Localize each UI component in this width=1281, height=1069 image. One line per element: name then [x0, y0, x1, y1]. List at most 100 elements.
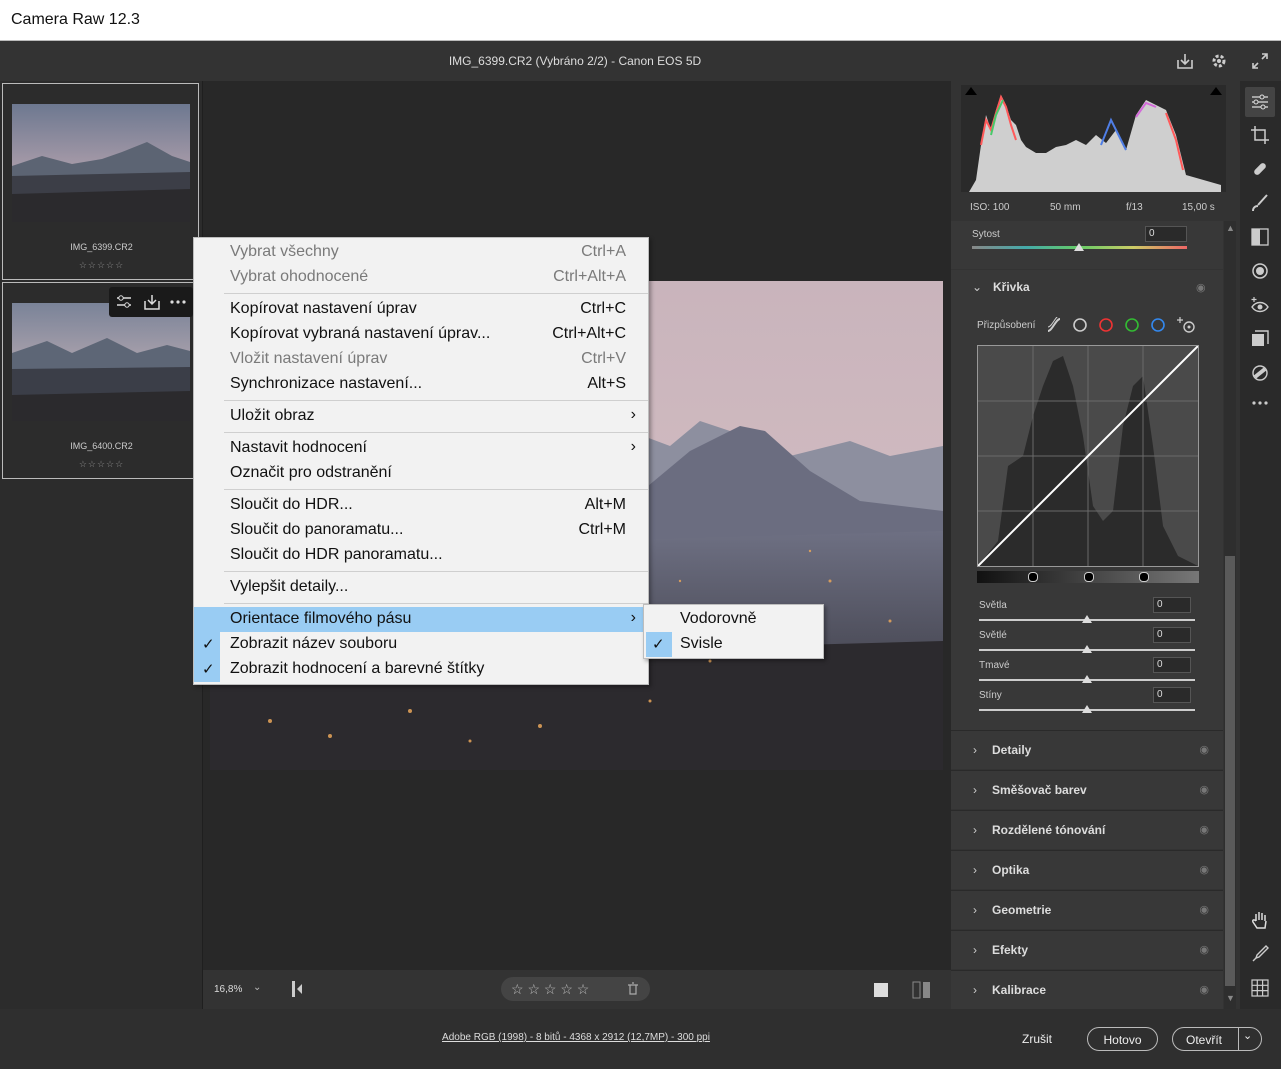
section-detaily[interactable]: › Detaily ◉	[951, 730, 1223, 769]
exif-focal-length: 50 mm	[1050, 202, 1081, 213]
menu-item-label: Kopírovat nastavení úprav	[230, 300, 417, 317]
point-curve-green-icon[interactable]	[1124, 317, 1140, 333]
section-geometry[interactable]: › Geometrie ◉	[951, 890, 1223, 929]
menu-item-copy-settings[interactable]: Kopírovat nastavení úprav Ctrl+C	[194, 297, 648, 322]
rating-stars[interactable]: ☆ ☆ ☆ ☆ ☆	[511, 981, 589, 998]
scroll-down-icon[interactable]: ▼	[1226, 993, 1235, 1003]
shadow-clipping-icon[interactable]	[965, 87, 977, 95]
curve-slider-value[interactable]: 0	[1153, 687, 1191, 703]
menu-separator	[224, 432, 648, 433]
open-dropdown-icon[interactable]: ⌄	[1243, 1029, 1252, 1042]
save-icon[interactable]	[143, 293, 161, 311]
menu-item-label: Zobrazit hodnocení a barevné štítky	[230, 660, 485, 677]
menu-item-merge-hdr[interactable]: Sloučit do HDR... Alt+M	[194, 493, 648, 518]
menu-item-label: Zobrazit název souboru	[230, 635, 398, 652]
curve-title[interactable]: Křivka	[993, 280, 1030, 294]
collapse-chevron-icon[interactable]: ⌄	[972, 280, 982, 294]
grid-icon[interactable]	[1250, 978, 1270, 998]
saturation-slider-thumb[interactable]	[1074, 243, 1084, 251]
targeted-adjustment-icon[interactable]	[1177, 315, 1197, 335]
highlight-clipping-icon[interactable]	[1210, 87, 1222, 95]
saturation-value[interactable]: 0	[1145, 226, 1187, 242]
curve-slider-thumb[interactable]	[1082, 615, 1092, 623]
visibility-eye-icon[interactable]: ◉	[1199, 863, 1209, 876]
edit-sliders-icon[interactable]	[1250, 92, 1270, 112]
menu-item-show-ratings[interactable]: ✓ Zobrazit hodnocení a barevné štítky	[194, 657, 648, 682]
before-after-single-icon[interactable]	[873, 982, 889, 998]
red-eye-icon[interactable]	[1250, 295, 1270, 315]
visibility-eye-icon[interactable]: ◉	[1199, 823, 1209, 836]
menu-item-copy-selected-settings[interactable]: Kopírovat vybraná nastavení úprav... Ctrl…	[194, 322, 648, 347]
curve-slider-thumb[interactable]	[1082, 675, 1092, 683]
more-icon[interactable]	[1250, 393, 1270, 413]
menu-item-select-all[interactable]: Vybrat všechny Ctrl+A	[194, 240, 648, 265]
curve-slider-value[interactable]: 0	[1153, 657, 1191, 673]
edit-settings-icon[interactable]	[115, 293, 133, 311]
snapshots-icon[interactable]	[1250, 329, 1270, 349]
section-color-mixer[interactable]: › Směšovač barev ◉	[951, 770, 1223, 809]
menu-item-label: Synchronizace nastavení...	[230, 375, 423, 392]
workflow-options-link[interactable]: Adobe RGB (1998) - 8 bitů - 4368 x 2912 …	[0, 1032, 1152, 1043]
radial-filter-icon[interactable]	[1250, 261, 1270, 281]
visibility-eye-icon[interactable]: ◉	[1199, 743, 1209, 756]
menu-item-sync-settings[interactable]: Synchronizace nastavení... Alt+S	[194, 372, 648, 397]
adjustment-brush-icon[interactable]	[1250, 193, 1270, 213]
menu-item-filmstrip-orientation[interactable]: Orientace filmového pásu ›	[194, 607, 648, 632]
curve-split-handle[interactable]	[1084, 572, 1094, 582]
menu-item-save-image[interactable]: Uložit obraz ›	[194, 404, 648, 429]
hand-tool-icon[interactable]	[1250, 910, 1270, 930]
point-curve-red-icon[interactable]	[1098, 317, 1114, 333]
curve-slider-thumb[interactable]	[1082, 705, 1092, 713]
curve-split-handle[interactable]	[1028, 572, 1038, 582]
thumbnail-rating[interactable]: ☆☆☆☆☆	[3, 260, 200, 271]
scroll-up-icon[interactable]: ▲	[1226, 223, 1235, 233]
filmstrip-toggle-icon[interactable]	[289, 979, 307, 999]
menu-item-mark-for-deletion[interactable]: Označit pro odstranění	[194, 461, 648, 486]
zoom-level[interactable]: 16,8%	[214, 984, 242, 995]
done-button[interactable]: Hotovo	[1087, 1027, 1158, 1051]
section-effects[interactable]: › Efekty ◉	[951, 930, 1223, 969]
parametric-curve-icon[interactable]	[1046, 317, 1062, 333]
visibility-eye-icon[interactable]: ◉	[1199, 903, 1209, 916]
white-balance-eyedropper-icon[interactable]	[1250, 944, 1270, 964]
visibility-eye-icon[interactable]: ◉	[1199, 983, 1209, 996]
curve-split-handle[interactable]	[1139, 572, 1149, 582]
submenu-item-horizontal[interactable]: Vodorovně	[644, 607, 823, 632]
menu-item-show-filename[interactable]: ✓ Zobrazit název souboru	[194, 632, 648, 657]
filmstrip-item[interactable]: IMG_6399.CR2 ☆☆☆☆☆	[2, 83, 199, 280]
menu-item-select-rated[interactable]: Vybrat ohodnocené Ctrl+Alt+A	[194, 265, 648, 290]
visibility-eye-icon[interactable]: ◉	[1196, 281, 1206, 294]
fullscreen-icon[interactable]	[1250, 51, 1270, 71]
tone-curve-graph[interactable]	[977, 345, 1199, 567]
graduated-filter-icon[interactable]	[1250, 227, 1270, 247]
visibility-eye-icon[interactable]: ◉	[1199, 783, 1209, 796]
section-split-toning[interactable]: › Rozdělené tónování ◉	[951, 810, 1223, 849]
before-after-split-icon[interactable]	[912, 981, 932, 999]
panel-scrollbar[interactable]: ▲ ▼	[1224, 221, 1236, 1009]
menu-item-merge-panorama[interactable]: Sloučit do panoramatu... Ctrl+M	[194, 518, 648, 543]
section-calibration[interactable]: › Kalibrace ◉	[951, 970, 1223, 1009]
point-curve-blue-icon[interactable]	[1150, 317, 1166, 333]
cancel-button[interactable]: Zrušit	[1022, 1032, 1052, 1046]
save-icon[interactable]	[1175, 51, 1195, 71]
curve-slider-value[interactable]: 0	[1153, 597, 1191, 613]
menu-item-set-rating[interactable]: Nastavit hodnocení ›	[194, 436, 648, 461]
gear-icon[interactable]	[1209, 51, 1229, 71]
zoom-dropdown-icon[interactable]: ⌄	[253, 982, 261, 993]
curve-slider-value[interactable]: 0	[1153, 627, 1191, 643]
submenu-item-vertical[interactable]: ✓ Svisle	[644, 632, 823, 657]
menu-item-paste-settings[interactable]: Vložit nastavení úprav Ctrl+V	[194, 347, 648, 372]
healing-brush-icon[interactable]	[1250, 159, 1270, 179]
menu-item-merge-hdr-panorama[interactable]: Sloučit do HDR panoramatu...	[194, 543, 648, 568]
crop-icon[interactable]	[1250, 125, 1270, 145]
trash-icon[interactable]	[626, 982, 640, 996]
presets-icon[interactable]	[1250, 363, 1270, 383]
scrollbar-thumb[interactable]	[1225, 556, 1235, 986]
thumbnail-rating[interactable]: ☆☆☆☆☆	[3, 459, 200, 470]
menu-item-enhance-details[interactable]: Vylepšit detaily...	[194, 575, 648, 600]
section-optics[interactable]: › Optika ◉	[951, 850, 1223, 889]
visibility-eye-icon[interactable]: ◉	[1199, 943, 1209, 956]
more-icon[interactable]	[169, 293, 187, 311]
point-curve-white-icon[interactable]	[1072, 317, 1088, 333]
curve-slider-thumb[interactable]	[1082, 645, 1092, 653]
